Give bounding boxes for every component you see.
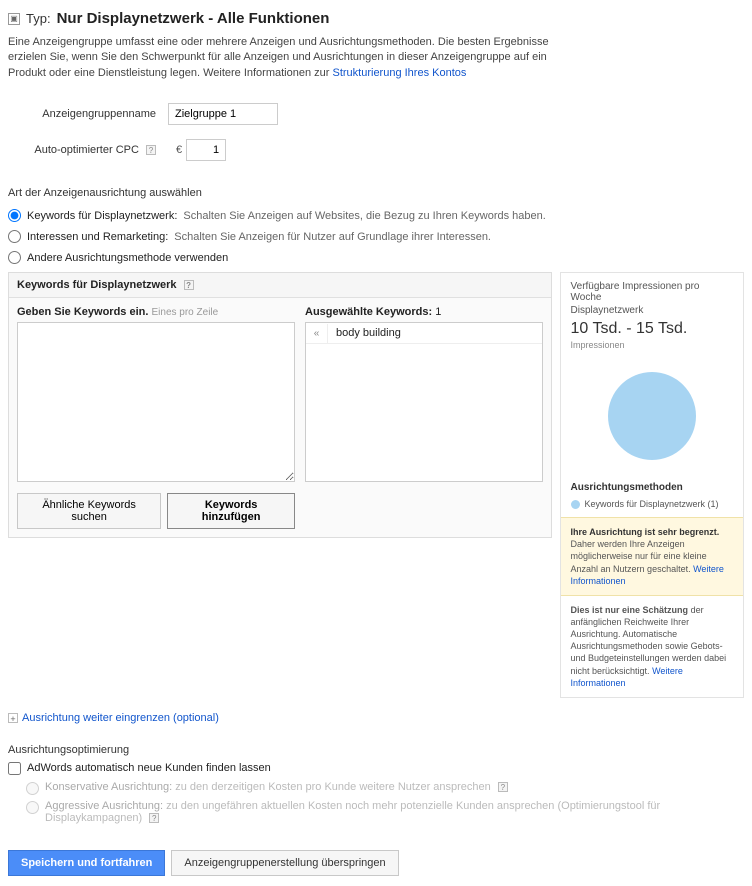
- impressions-sidebar: Verfügbare Impressionen pro Woche Displa…: [560, 272, 744, 698]
- radio-keywords-label: Keywords für Displaynetzwerk:: [27, 210, 177, 222]
- cpc-label: Auto-optimierter CPC ?: [8, 144, 168, 156]
- side-sub: Impressionen: [571, 340, 733, 350]
- desc-link[interactable]: Strukturierung Ihres Kontos: [332, 67, 466, 79]
- radio-other-label: Andere Ausrichtungsmethode verwenden: [27, 252, 228, 264]
- chart-wrap: [571, 350, 733, 482]
- radio-keywords[interactable]: Keywords für Displaynetzwerk: Schalten S…: [8, 209, 744, 222]
- methods-label: Ausrichtungsmethoden: [571, 482, 733, 493]
- desc-body: Eine Anzeigengruppe umfasst eine oder me…: [8, 36, 549, 79]
- keywords-enter-label: Geben Sie Keywords ein. Eines pro Zeile: [17, 306, 295, 318]
- radio-other-input[interactable]: [8, 251, 21, 264]
- conservative-desc: zu den derzeitigen Kosten pro Kunde weit…: [175, 781, 491, 793]
- keywords-selected-label: Ausgewählte Keywords: 1: [305, 306, 543, 318]
- conservative-radio: [26, 782, 39, 795]
- warn-bold: Ihre Ausrichtung ist sehr begrenzt.: [571, 527, 720, 537]
- est-text: der anfänglichen Reichweite Ihrer Ausric…: [571, 605, 727, 676]
- legend-row: Keywords für Displaynetzwerk (1): [571, 499, 733, 509]
- keywords-panel-title-text: Keywords für Displaynetzwerk: [17, 279, 177, 291]
- auto-find-label: AdWords automatisch neue Kunden finden l…: [27, 762, 271, 774]
- radio-interests-input[interactable]: [8, 230, 21, 243]
- group-name-input[interactable]: [168, 103, 278, 125]
- warn-text: Daher werden Ihre Anzeigen möglicherweis…: [571, 539, 707, 573]
- radio-other[interactable]: Andere Ausrichtungsmethode verwenden: [8, 251, 744, 264]
- group-name-label: Anzeigengruppenname: [8, 108, 168, 120]
- aggressive-row: Aggressive Ausrichtung: zu den ungefähre…: [26, 800, 744, 824]
- side-range: 10 Tsd. - 15 Tsd.: [571, 320, 733, 338]
- targeting-heading: Art der Anzeigenausrichtung auswählen: [8, 187, 744, 199]
- radio-interests-desc: Schalten Sie Anzeigen für Nutzer auf Gru…: [174, 231, 491, 243]
- help-icon[interactable]: ?: [149, 813, 159, 823]
- keywords-textarea[interactable]: [17, 322, 295, 482]
- keywords-panel-title: Keywords für Displaynetzwerk ?: [9, 273, 551, 298]
- currency-symbol: €: [176, 144, 182, 156]
- legend-dot-icon: [571, 500, 580, 509]
- aggressive-radio: [26, 801, 39, 814]
- expand-targeting-link[interactable]: Ausrichtung weiter eingrenzen (optional): [22, 712, 219, 724]
- keywords-selected-count: 1: [435, 306, 441, 318]
- aggressive-label: Aggressive Ausrichtung:: [45, 800, 163, 812]
- radio-interests-label: Interessen und Remarketing:: [27, 231, 168, 243]
- footer-buttons: Speichern und fortfahren Anzeigengruppen…: [8, 850, 744, 876]
- cpc-label-text: Auto-optimierter CPC: [34, 144, 139, 156]
- type-icon: ▣: [8, 13, 20, 25]
- similar-keywords-button[interactable]: Ähnliche Keywords suchen: [17, 493, 161, 529]
- optimization-heading: Ausrichtungsoptimierung: [8, 744, 744, 756]
- typ-label: Typ:: [26, 11, 51, 26]
- row-group-name: Anzeigengruppenname: [8, 103, 744, 125]
- help-icon[interactable]: ?: [498, 782, 508, 792]
- remove-keyword-icon[interactable]: «: [306, 324, 328, 343]
- keywords-enter-label-text: Geben Sie Keywords ein.: [17, 306, 148, 318]
- help-icon[interactable]: ?: [184, 280, 194, 290]
- radio-keywords-input[interactable]: [8, 209, 21, 222]
- side-title: Verfügbare Impressionen pro Woche: [571, 281, 733, 303]
- row-cpc: Auto-optimierter CPC ? €: [8, 139, 744, 161]
- side-network: Displaynetzwerk: [571, 305, 733, 316]
- keyword-text: body building: [328, 323, 409, 343]
- typ-value: Nur Displaynetzwerk - Alle Funktionen: [57, 10, 330, 27]
- conservative-row: Konservative Ausrichtung: zu den derzeit…: [26, 781, 744, 795]
- warning-box: Ihre Ausrichtung ist sehr begrenzt. Dahe…: [561, 517, 743, 596]
- keywords-panel: Keywords für Displaynetzwerk ? Geben Sie…: [8, 272, 552, 538]
- est-bold: Dies ist nur eine Schätzung: [571, 605, 689, 615]
- keyword-chip: « body building: [306, 323, 542, 344]
- save-continue-button[interactable]: Speichern und fortfahren: [8, 850, 165, 876]
- conservative-label: Konservative Ausrichtung:: [45, 781, 172, 793]
- keywords-selected-col: Ausgewählte Keywords: 1 « body building: [305, 306, 543, 529]
- estimate-box: Dies ist nur eine Schätzung der anfängli…: [561, 596, 743, 697]
- radio-interests[interactable]: Interessen und Remarketing: Schalten Sie…: [8, 230, 744, 243]
- auto-find-checkbox-row[interactable]: AdWords automatisch neue Kunden finden l…: [8, 762, 744, 775]
- skip-button[interactable]: Anzeigengruppenerstellung überspringen: [171, 850, 398, 876]
- legend-text: Keywords für Displaynetzwerk (1): [585, 499, 719, 509]
- description-text: Eine Anzeigengruppe umfasst eine oder me…: [8, 35, 568, 81]
- auto-find-checkbox[interactable]: [8, 762, 21, 775]
- expand-targeting-row[interactable]: + Ausrichtung weiter eingrenzen (optiona…: [8, 712, 744, 724]
- keywords-enter-hint: Eines pro Zeile: [152, 307, 219, 318]
- cpc-input[interactable]: [186, 139, 226, 161]
- add-keywords-button[interactable]: Keywords hinzufügen: [167, 493, 295, 529]
- page-header: ▣ Typ: Nur Displaynetzwerk - Alle Funkti…: [8, 10, 744, 27]
- keywords-selected-label-text: Ausgewählte Keywords:: [305, 306, 432, 318]
- impressions-circle-icon: [608, 372, 696, 460]
- keywords-enter-col: Geben Sie Keywords ein. Eines pro Zeile …: [17, 306, 295, 529]
- help-icon[interactable]: ?: [146, 145, 156, 155]
- plus-icon: +: [8, 713, 18, 723]
- keywords-selected-list: « body building: [305, 322, 543, 482]
- radio-keywords-desc: Schalten Sie Anzeigen auf Websites, die …: [183, 210, 545, 222]
